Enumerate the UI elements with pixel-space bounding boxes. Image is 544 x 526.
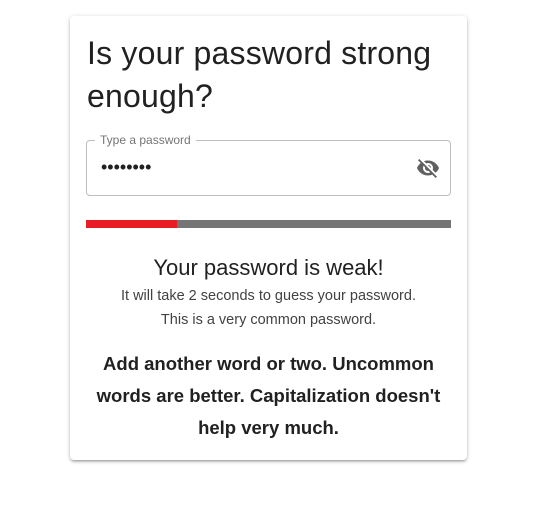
suggestion-text: Add another word or two. Uncommon words … (96, 353, 441, 438)
password-field-label: Type a password (95, 133, 196, 147)
strength-meter-fill (86, 220, 178, 228)
password-input[interactable]: •••••••• (101, 157, 151, 177)
warning-text: This is a very common password. (160, 312, 377, 328)
password-strength-card: Is your password strong enough? Type a p… (70, 16, 467, 460)
strength-verdict: Your password is weak! (153, 255, 384, 280)
password-field[interactable]: Type a password •••••••• (86, 133, 451, 196)
card-title: Is your password strong enough? (87, 35, 432, 114)
crack-time-text: It will take 2 seconds to guess your pas… (121, 288, 416, 304)
eye-off-icon[interactable] (414, 154, 442, 182)
strength-meter (86, 220, 451, 228)
